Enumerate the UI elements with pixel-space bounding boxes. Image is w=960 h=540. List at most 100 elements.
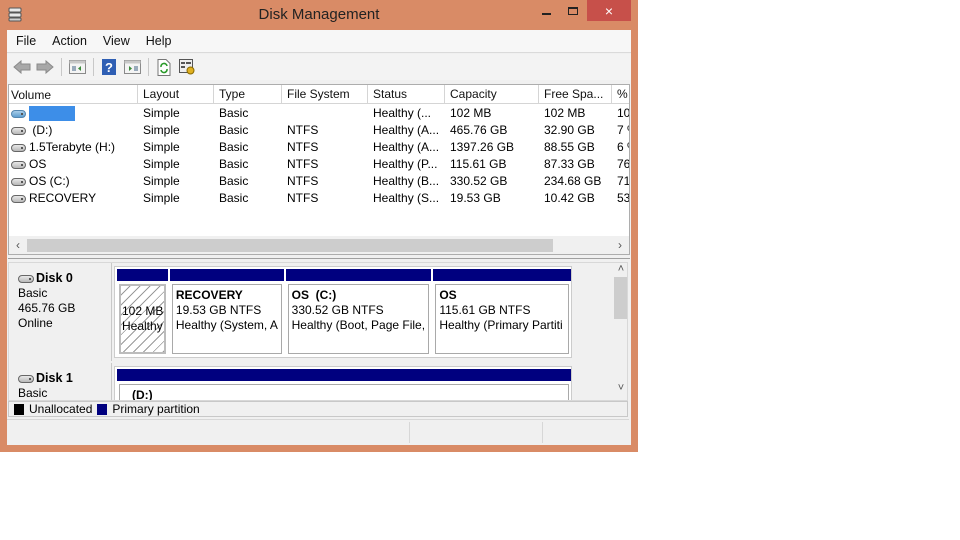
cell-type: Basic bbox=[219, 191, 249, 205]
volume-icon bbox=[11, 126, 26, 135]
volume-icon bbox=[11, 143, 26, 152]
table-row[interactable]: 1.5Terabyte (H:) Simple Basic NTFS Healt… bbox=[9, 139, 629, 156]
menu-help[interactable]: Help bbox=[138, 34, 180, 48]
partition-system-reserved[interactable]: 102 MB Healthy bbox=[117, 269, 168, 357]
menu-action[interactable]: Action bbox=[44, 34, 95, 48]
table-row[interactable]: OS (C:) Simple Basic NTFS Healthy (B... … bbox=[9, 173, 629, 190]
disk-type: Basic bbox=[18, 386, 48, 400]
arrow-right-icon bbox=[36, 60, 54, 74]
cell-percent-free: 100 bbox=[617, 106, 630, 120]
disk-1-label[interactable]: Disk 1 Basic bbox=[9, 363, 112, 400]
cell-file-system: NTFS bbox=[287, 191, 319, 205]
scroll-left-icon[interactable]: ‹ bbox=[11, 237, 25, 253]
volume-rows: Simple Basic Healthy (... 102 MB 102 MB … bbox=[9, 105, 630, 207]
cell-volume: 1.5Terabyte (H:) bbox=[29, 140, 116, 154]
back-button[interactable] bbox=[11, 56, 33, 78]
disk-size: 465.76 GB bbox=[18, 301, 76, 315]
maximize-icon bbox=[568, 6, 578, 15]
show-hide-console-tree-button[interactable] bbox=[66, 56, 88, 78]
column-header-layout[interactable]: Layout bbox=[138, 85, 214, 104]
menu-view[interactable]: View bbox=[95, 34, 138, 48]
cell-capacity: 465.76 GB bbox=[450, 123, 508, 137]
disk-0-label[interactable]: Disk 0 Basic 465.76 GB Online bbox=[9, 263, 112, 361]
column-header-free-space[interactable]: Free Spa... bbox=[539, 85, 612, 104]
cell-capacity: 102 MB bbox=[450, 106, 492, 120]
scroll-right-icon[interactable]: › bbox=[613, 237, 627, 253]
column-header-volume[interactable]: Volume bbox=[9, 85, 138, 104]
partition-title: OS (C:) bbox=[291, 288, 337, 302]
cell-status: Healthy (A... bbox=[373, 140, 440, 154]
column-header-status[interactable]: Status bbox=[368, 85, 445, 104]
cell-type: Basic bbox=[219, 157, 249, 171]
table-row[interactable]: RECOVERY Simple Basic NTFS Healthy (S...… bbox=[9, 190, 629, 207]
toolbar: ? bbox=[7, 54, 631, 80]
disk-icon bbox=[18, 374, 34, 383]
volume-icon bbox=[11, 160, 26, 169]
disk-management-window: Disk Management × File Action View Help … bbox=[0, 0, 638, 452]
table-row[interactable]: OS Simple Basic NTFS Healthy (P... 115.6… bbox=[9, 156, 629, 173]
cell-volume: OS bbox=[29, 157, 47, 171]
cell-free-space: 88.55 GB bbox=[544, 140, 595, 154]
table-row[interactable]: Simple Basic Healthy (... 102 MB 102 MB … bbox=[9, 105, 630, 122]
partition-os[interactable]: OS 115.61 GB NTFS Healthy (Primary Parti… bbox=[433, 269, 571, 357]
cell-file-system: NTFS bbox=[287, 157, 319, 171]
forward-button[interactable] bbox=[34, 56, 56, 78]
legend-primary-partition: Primary partition bbox=[112, 402, 200, 416]
volume-icon bbox=[11, 109, 26, 118]
volume-icon bbox=[11, 177, 26, 186]
legend-unallocated: Unallocated bbox=[29, 402, 93, 416]
column-header-percent-free[interactable]: % F bbox=[612, 85, 629, 104]
column-header-capacity[interactable]: Capacity bbox=[445, 85, 539, 104]
cell-free-space: 87.33 GB bbox=[544, 157, 595, 171]
close-button[interactable]: × bbox=[587, 0, 631, 21]
cell-status: Healthy (P... bbox=[373, 157, 438, 171]
volume-list-horizontal-scrollbar[interactable]: ‹ › bbox=[9, 236, 629, 254]
cell-volume: OS (C:) bbox=[29, 174, 70, 188]
column-header-type[interactable]: Type bbox=[214, 85, 282, 104]
cell-file-system: NTFS bbox=[287, 140, 319, 154]
partition-bar bbox=[433, 269, 571, 281]
partition-bar bbox=[169, 269, 284, 281]
maximize-button[interactable] bbox=[560, 0, 586, 21]
cell-free-space: 102 MB bbox=[544, 106, 586, 120]
properties-button[interactable] bbox=[176, 56, 198, 78]
partition-recovery[interactable]: RECOVERY 19.53 GB NTFS Healthy (System, … bbox=[169, 269, 284, 357]
pane-splitter[interactable] bbox=[8, 258, 630, 261]
cell-file-system: NTFS bbox=[287, 123, 319, 137]
partition-d[interactable]: (D:) bbox=[117, 369, 571, 400]
vertical-scroll-thumb[interactable] bbox=[614, 277, 627, 319]
menu-file[interactable]: File bbox=[7, 34, 44, 48]
cell-free-space: 10.42 GB bbox=[544, 191, 595, 205]
disk-graphical-view: Disk 0 Basic 465.76 GB Online 102 MB Hea… bbox=[8, 262, 628, 401]
unallocated-swatch bbox=[14, 403, 24, 415]
disk-icon bbox=[18, 274, 34, 283]
cell-layout: Simple bbox=[143, 157, 180, 171]
title-bar[interactable]: Disk Management × bbox=[0, 0, 638, 30]
client-area: File Action View Help ? Volume Layout Ty… bbox=[7, 30, 631, 445]
refresh-button[interactable] bbox=[153, 56, 175, 78]
help-button[interactable]: ? bbox=[98, 56, 120, 78]
minimize-button[interactable] bbox=[533, 0, 559, 21]
partition-size: 115.61 GB NTFS bbox=[439, 303, 531, 317]
partition-bar bbox=[117, 269, 168, 281]
volume-list: Volume Layout Type File System Status Ca… bbox=[8, 84, 630, 255]
table-row[interactable]: (D:) Simple Basic NTFS Healthy (A... 465… bbox=[9, 122, 629, 139]
partition-bar bbox=[285, 269, 432, 281]
toolbar-separator bbox=[61, 58, 62, 76]
cell-status: Healthy (A... bbox=[373, 123, 440, 137]
cell-type: Basic bbox=[219, 174, 249, 188]
redacted-volume-name bbox=[29, 106, 75, 121]
disk-0-row: Disk 0 Basic 465.76 GB Online 102 MB Hea… bbox=[9, 263, 609, 361]
minimize-icon bbox=[541, 12, 551, 15]
show-hide-action-pane-button[interactable] bbox=[121, 56, 143, 78]
partition-os-c[interactable]: OS (C:) 330.52 GB NTFS Healthy (Boot, Pa… bbox=[285, 269, 432, 357]
cell-file-system bbox=[282, 105, 368, 122]
status-segment bbox=[542, 422, 543, 443]
partition-size: 19.53 GB NTFS bbox=[175, 303, 262, 317]
column-header-file-system[interactable]: File System bbox=[282, 85, 368, 104]
horizontal-scroll-thumb[interactable] bbox=[27, 239, 553, 252]
console-tree-icon bbox=[68, 60, 86, 74]
scroll-up-icon[interactable]: ˄ bbox=[613, 263, 627, 275]
graph-vertical-scrollbar[interactable]: ˄ ˅ bbox=[613, 263, 627, 400]
scroll-down-icon[interactable]: ˅ bbox=[613, 382, 627, 394]
